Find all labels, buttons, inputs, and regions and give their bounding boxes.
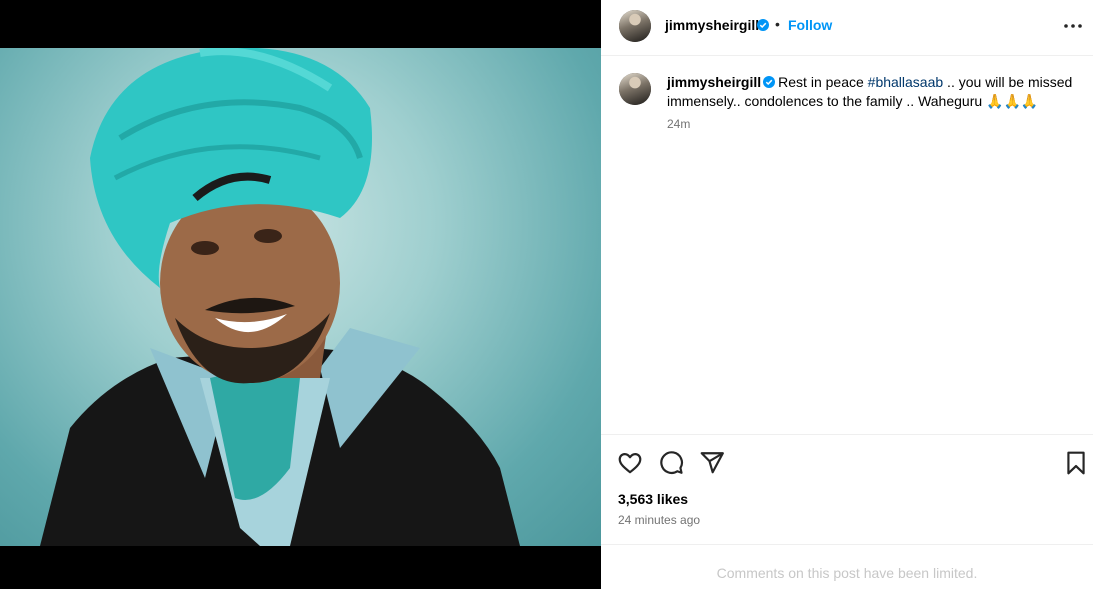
comment-bubble-icon[interactable]: [658, 450, 684, 476]
portrait-illustration: [40, 48, 520, 546]
post-photo[interactable]: [0, 48, 601, 546]
bookmark-icon[interactable]: [1063, 450, 1089, 476]
post-side-panel: jimmysheirgill • Follow jimmysheirgill Re…: [601, 0, 1093, 589]
post-timestamp[interactable]: 24 minutes ago: [618, 513, 700, 527]
verified-badge-icon: [757, 19, 769, 31]
paper-plane-icon[interactable]: [699, 450, 725, 476]
caption-author-avatar[interactable]: [619, 73, 651, 105]
heart-icon[interactable]: [617, 450, 643, 476]
caption-username[interactable]: jimmysheirgill: [667, 74, 761, 90]
author-username[interactable]: jimmysheirgill: [665, 17, 759, 33]
caption-body-start: Rest in peace: [778, 74, 868, 90]
post-caption: jimmysheirgill Rest in peace #bhallasaab …: [601, 57, 1093, 434]
post-header: jimmysheirgill • Follow: [601, 0, 1093, 56]
follow-button[interactable]: Follow: [788, 17, 832, 33]
post-media: [0, 0, 601, 589]
separator-dot: •: [775, 16, 780, 32]
post-actions: 3,563 likes 24 minutes ago: [601, 434, 1093, 544]
author-avatar[interactable]: [619, 10, 651, 42]
verified-badge-icon: [763, 76, 776, 88]
hashtag-link[interactable]: #bhallasaab: [868, 74, 944, 90]
like-count[interactable]: 3,563 likes: [618, 491, 688, 507]
more-options-icon[interactable]: [1061, 14, 1085, 38]
comments-limited-notice: Comments on this post have been limited.: [601, 544, 1093, 589]
caption-text: jimmysheirgill Rest in peace #bhallasaab …: [667, 73, 1077, 111]
caption-timestamp[interactable]: 24m: [667, 117, 690, 131]
